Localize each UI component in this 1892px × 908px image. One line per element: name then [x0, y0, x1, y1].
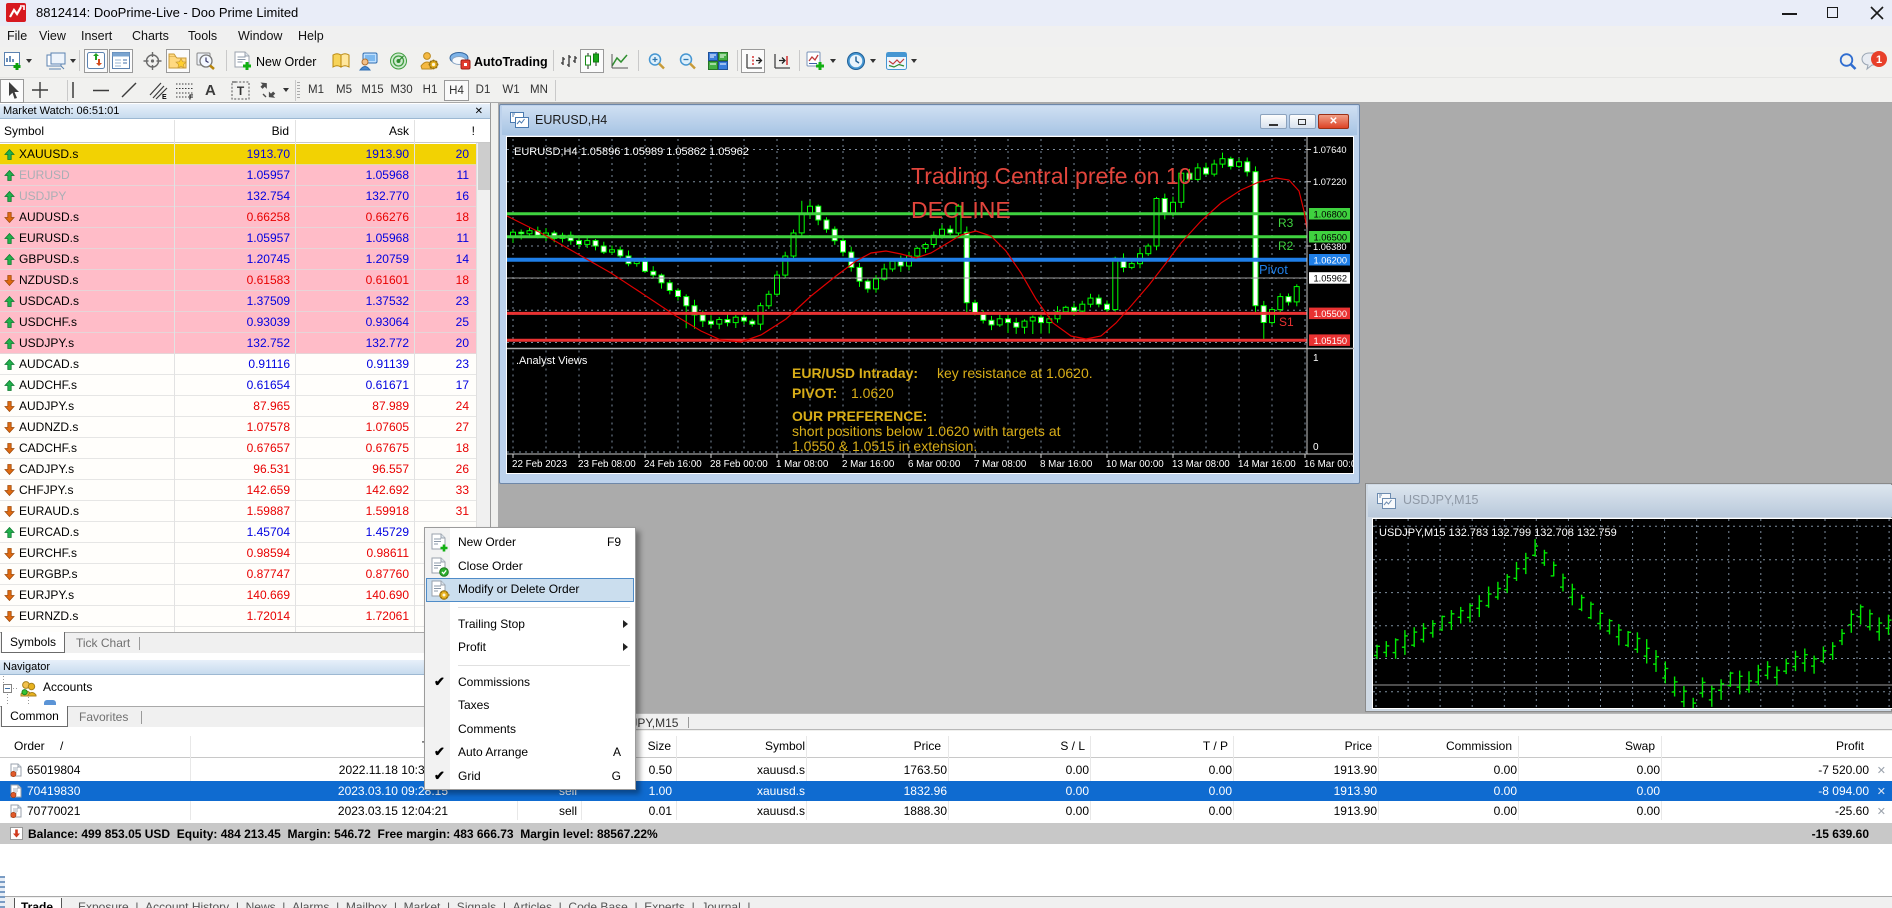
svg-text:23 Feb 08:00: 23 Feb 08:00 — [578, 459, 636, 470]
svg-text:1.07640: 1.07640 — [1313, 145, 1347, 155]
svg-text:1.07220: 1.07220 — [1313, 177, 1347, 187]
svg-text:6 Mar 00:00: 6 Mar 00:00 — [908, 459, 961, 470]
svg-text:R3: R3 — [1278, 216, 1294, 230]
svg-text:.Analyst Views: .Analyst Views — [516, 355, 588, 367]
svg-text:0: 0 — [1313, 442, 1319, 453]
svg-text:22 Feb 2023: 22 Feb 2023 — [512, 459, 568, 470]
svg-text:EUR/USD Intraday:: EUR/USD Intraday: — [792, 365, 918, 381]
svg-text:24 Feb 16:00: 24 Feb 16:00 — [644, 459, 702, 470]
svg-text:USDJPY,M15 132.783 132.799 13: USDJPY,M15 132.783 132.799 132.708 132.7… — [1379, 527, 1617, 539]
svg-text:8 Mar 16:00: 8 Mar 16:00 — [1040, 459, 1093, 470]
svg-text:T: T — [237, 84, 245, 98]
svg-text:13 Mar 08:00: 13 Mar 08:00 — [1172, 459, 1230, 470]
svg-text:short positions below 1.0620 w: short positions below 1.0620 with target… — [792, 423, 1061, 439]
svg-text:PIVOT:: PIVOT: — [792, 385, 837, 401]
svg-text:F: F — [189, 95, 194, 101]
svg-text:R2: R2 — [1278, 239, 1294, 253]
svg-text:1: 1 — [1876, 54, 1882, 66]
svg-text:1 Mar 08:00: 1 Mar 08:00 — [776, 459, 829, 470]
svg-text:DECLINE: DECLINE — [911, 197, 1011, 223]
svg-text:28 Feb 00:00: 28 Feb 00:00 — [710, 459, 768, 470]
svg-text:1.0620: 1.0620 — [851, 385, 894, 401]
svg-text:1.05150: 1.05150 — [1314, 336, 1348, 346]
svg-text:1.06500: 1.06500 — [1314, 232, 1348, 242]
svg-text:E: E — [162, 94, 167, 100]
svg-text:Trading Central prefe on 10: Trading Central prefe on 10 — [911, 163, 1191, 189]
svg-text:7 Mar 08:00: 7 Mar 08:00 — [974, 459, 1027, 470]
svg-text:10 Mar 00:00: 10 Mar 00:00 — [1106, 459, 1164, 470]
svg-text:Pivot: Pivot — [1259, 262, 1288, 277]
svg-text:16 Mar 00:00: 16 Mar 00:00 — [1304, 459, 1354, 470]
svg-text:key resistance at 1.0620.: key resistance at 1.0620. — [937, 365, 1093, 381]
svg-text:14 Mar 16:00: 14 Mar 16:00 — [1238, 459, 1296, 470]
svg-text:2 Mar 16:00: 2 Mar 16:00 — [842, 459, 895, 470]
svg-text:1.0550 & 1.0515 in extension.: 1.0550 & 1.0515 in extension. — [792, 438, 977, 454]
svg-text:1.05962: 1.05962 — [1314, 274, 1348, 284]
svg-text:1.06200: 1.06200 — [1314, 255, 1348, 265]
svg-text:1.06800: 1.06800 — [1314, 209, 1348, 219]
svg-text:1.06380: 1.06380 — [1313, 242, 1347, 252]
svg-text:OUR PREFERENCE:: OUR PREFERENCE: — [792, 408, 927, 424]
svg-text:EURUSD,H4 1.05896 1.05989 1.0: EURUSD,H4 1.05896 1.05989 1.05862 1.0596… — [514, 146, 749, 158]
svg-text:S1: S1 — [1279, 315, 1294, 329]
svg-text:1.05500: 1.05500 — [1314, 309, 1348, 319]
svg-text:1: 1 — [1313, 353, 1319, 364]
